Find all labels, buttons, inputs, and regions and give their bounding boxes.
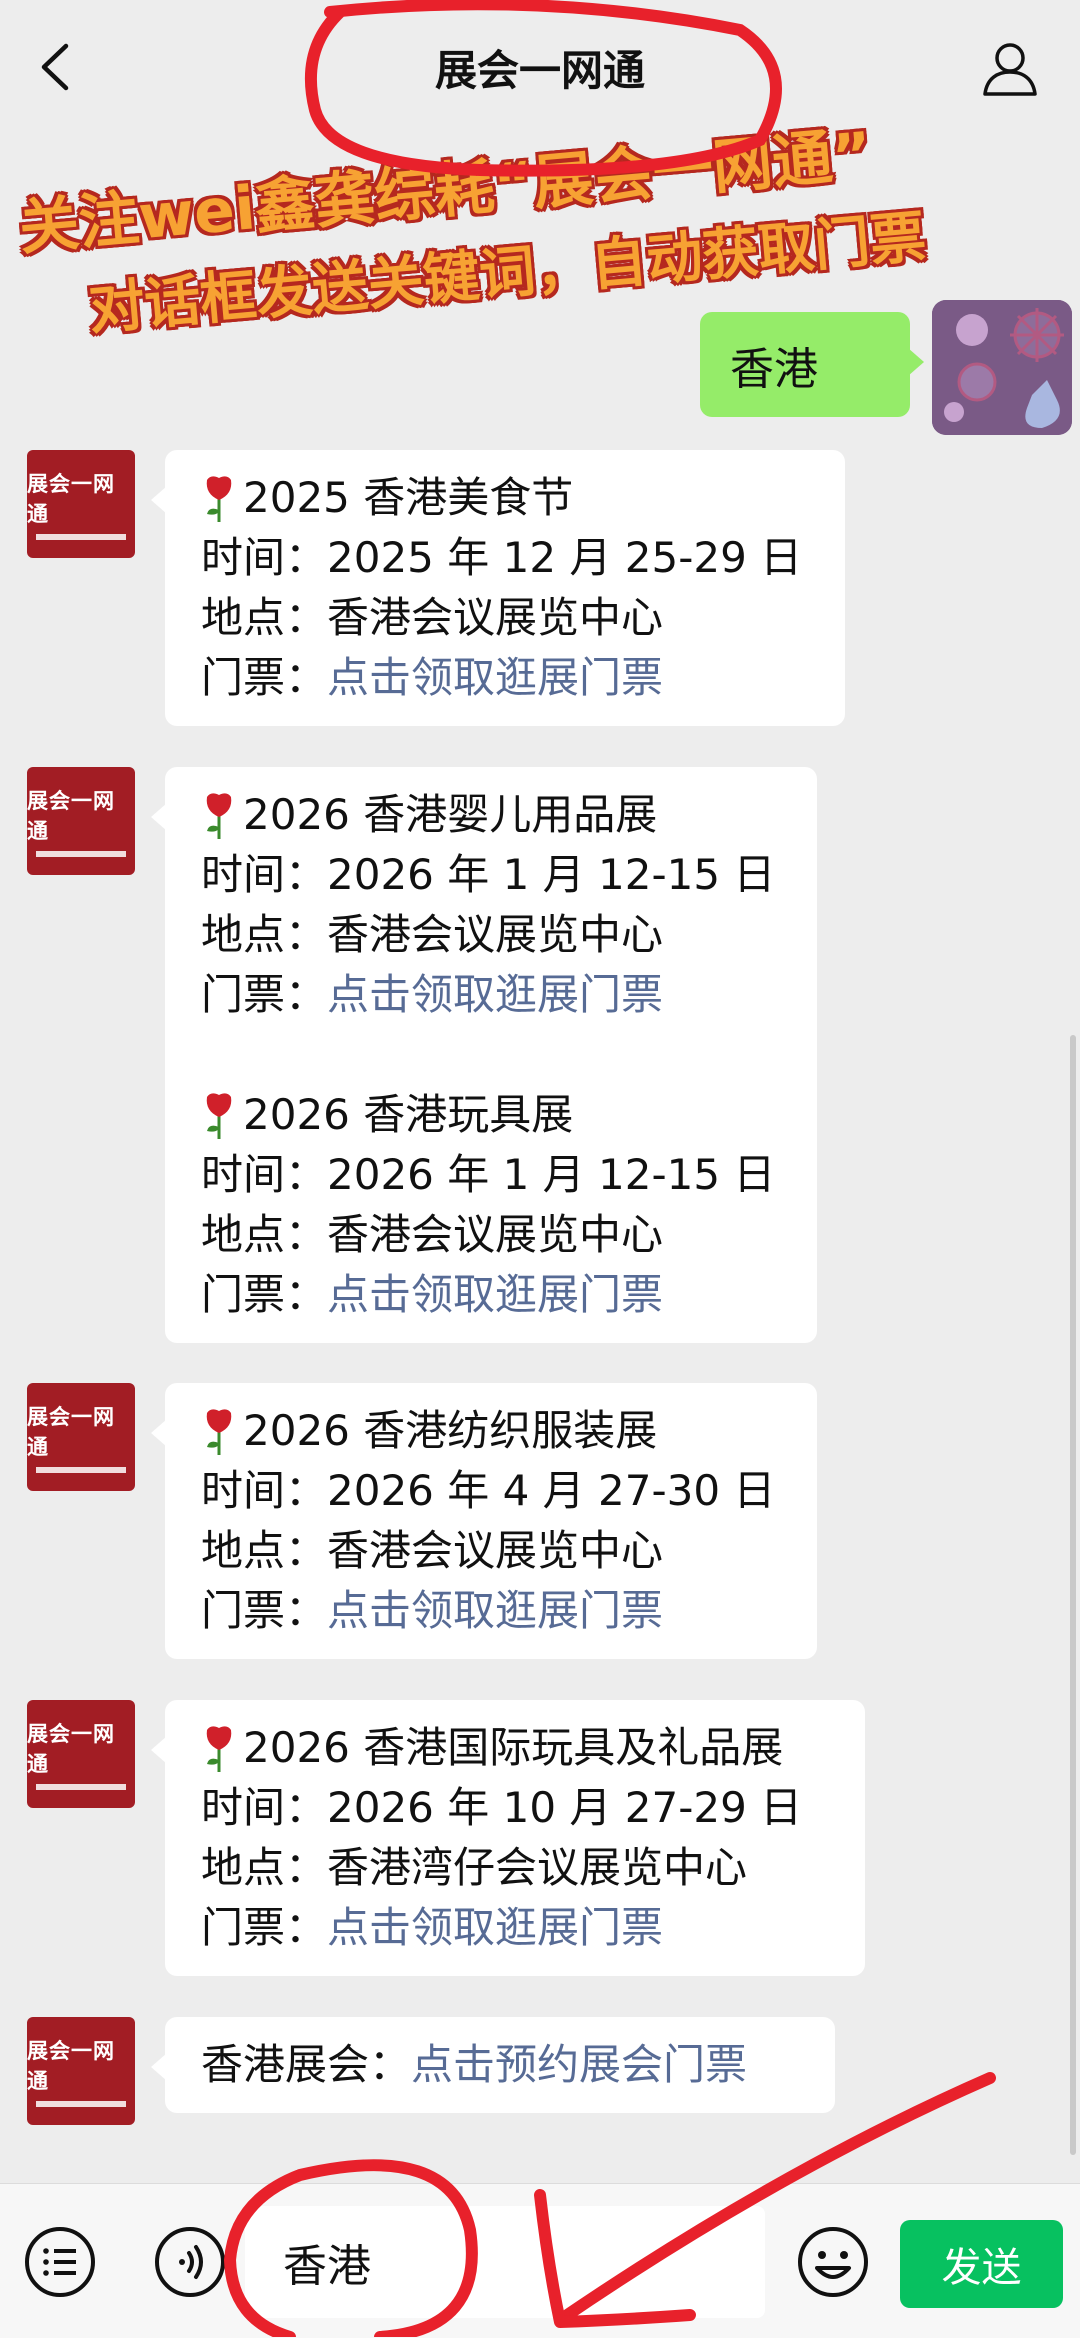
event-title: 2026 香港玩具展 [243, 1090, 574, 1139]
bot-avatar[interactable]: 展会一网通 [27, 450, 135, 558]
event-place: 香港会议展览中心 [327, 1210, 664, 1259]
event-entry: 2025 香港美食节 时间：2025 年 12 月 25-29 日 地点：香港会… [201, 468, 810, 708]
event-title: 2025 香港美食节 [243, 473, 574, 522]
ticket-link[interactable]: 点击领取逛展门票 [327, 1903, 663, 1952]
ticket-link[interactable]: 点击领取逛展门票 [327, 1586, 663, 1635]
profile-icon[interactable] [980, 38, 1040, 98]
input-bar: 香港 发送 [0, 2183, 1080, 2338]
bot-avatar[interactable]: 展会一网通 [27, 767, 135, 875]
event-entry: 2026 香港玩具展 时间：2026 年 1 月 12-15 日 地点：香港会议… [201, 1085, 782, 1325]
bot-avatar[interactable]: 展会一网通 [27, 2017, 135, 2125]
user-message-bubble[interactable]: 香港 [700, 312, 924, 417]
event-time: 2026 年 1 月 12-15 日 [327, 1150, 776, 1199]
chat-title: 展会一网通 [434, 46, 645, 95]
ticket-link[interactable]: 点击领取逛展门票 [327, 653, 663, 702]
rose-icon [206, 1726, 232, 1772]
event-time: 2026 年 1 月 12-15 日 [327, 850, 776, 899]
booking-message: 香港展会：点击预约展会门票 [201, 2040, 748, 2089]
chat-header: 展会一网通 [0, 0, 1080, 135]
rose-icon [206, 1409, 232, 1455]
rose-icon [206, 793, 232, 839]
event-time: 2026 年 10 月 27-29 日 [327, 1783, 803, 1832]
event-entry: 2026 香港纺织服装展 时间：2026 年 4 月 27-30 日 地点：香港… [201, 1401, 782, 1641]
event-place: 香港会议展览中心 [327, 593, 664, 642]
rose-icon [206, 1093, 232, 1139]
back-arrow-icon[interactable] [30, 40, 80, 95]
menu-list-icon[interactable] [22, 2224, 98, 2300]
event-time: 2025 年 12 月 25-29 日 [327, 533, 803, 582]
message-input[interactable]: 香港 [245, 2206, 765, 2318]
user-message-text: 香港 [730, 343, 818, 395]
emoji-icon[interactable] [795, 2224, 871, 2300]
event-place: 香港湾仔会议展览中心 [327, 1843, 748, 1892]
send-button[interactable]: 发送 [900, 2220, 1063, 2308]
rose-icon [206, 476, 232, 522]
event-time: 2026 年 4 月 27-30 日 [327, 1466, 776, 1515]
bot-avatar[interactable]: 展会一网通 [27, 1700, 135, 1808]
message-bubble: 2025 香港美食节 时间：2025 年 12 月 25-29 日 地点：香港会… [151, 450, 845, 726]
event-entry: 2026 香港国际玩具及礼品展 时间：2026 年 10 月 27-29 日 地… [201, 1718, 830, 1958]
user-message-row: 香港 [0, 300, 1080, 435]
event-place: 香港会议展览中心 [327, 910, 664, 959]
event-title: 2026 香港婴儿用品展 [243, 790, 658, 839]
voice-icon[interactable] [152, 2224, 228, 2300]
message-bubble: 香港展会：点击预约展会门票 [151, 2017, 835, 2113]
message-input-value: 香港 [283, 2241, 371, 2292]
message-bubble: 2026 香港国际玩具及礼品展 时间：2026 年 10 月 27-29 日 地… [151, 1700, 865, 1976]
user-avatar[interactable] [932, 300, 1072, 435]
ticket-link[interactable]: 点击领取逛展门票 [327, 1270, 663, 1319]
ticket-link[interactable]: 点击领取逛展门票 [327, 970, 663, 1019]
bot-avatar[interactable]: 展会一网通 [27, 1383, 135, 1491]
event-title: 2026 香港纺织服装展 [243, 1406, 658, 1455]
message-bubble: 2026 香港纺织服装展 时间：2026 年 4 月 27-30 日 地点：香港… [151, 1383, 817, 1659]
event-place: 香港会议展览中心 [327, 1526, 664, 1575]
booking-link[interactable]: 点击预约展会门票 [411, 2040, 747, 2089]
message-bubble: 2026 香港婴儿用品展 时间：2026 年 1 月 12-15 日 地点：香港… [151, 767, 817, 1343]
chat-scrollbar[interactable] [1070, 1035, 1076, 2155]
event-title: 2026 香港国际玩具及礼品展 [243, 1723, 784, 1772]
event-entry: 2026 香港婴儿用品展 时间：2026 年 1 月 12-15 日 地点：香港… [201, 785, 782, 1025]
